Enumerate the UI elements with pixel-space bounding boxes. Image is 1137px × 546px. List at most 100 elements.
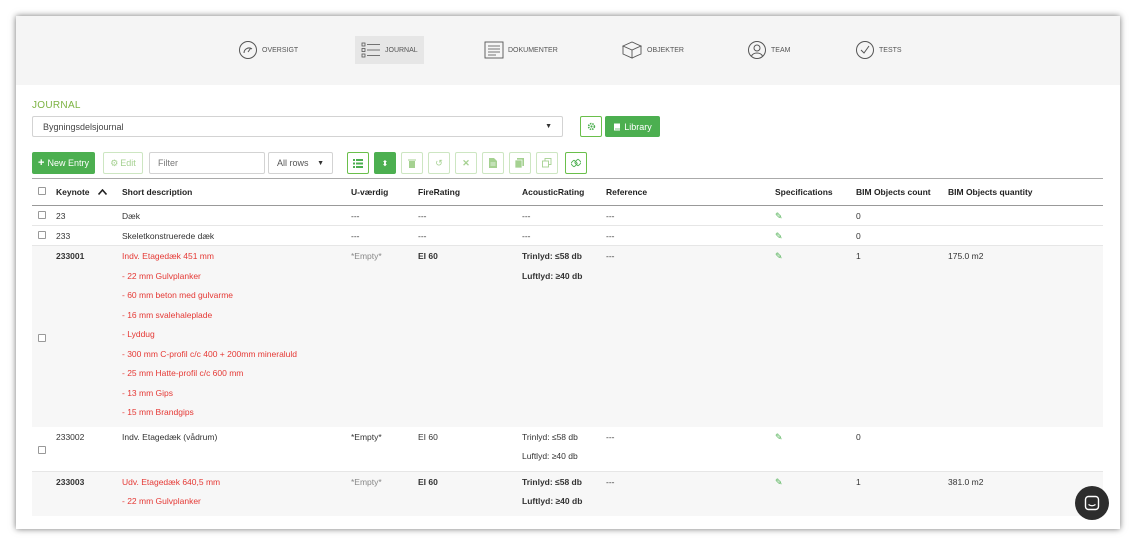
- acoustic-line: Luftlyd: ≥40 db: [522, 270, 583, 281]
- specifications-cell: ✎: [771, 226, 852, 246]
- specifications-cell: ✎: [771, 471, 852, 516]
- library-label: Library: [624, 121, 652, 132]
- acoustic-line: Trinlyd: ≤58 db: [522, 476, 582, 487]
- u-vaerdig-cell: ---: [351, 231, 360, 241]
- description-cell: Indv. Etagedæk (vådrum): [122, 431, 218, 442]
- keynote-cell: 233002: [56, 431, 85, 442]
- pencil-icon[interactable]: ✎: [775, 432, 783, 442]
- row-checkbox[interactable]: [38, 231, 46, 239]
- description-cell: Udv. Etagedæk 640,5 mm - 22 mm Gulvplank…: [118, 471, 347, 516]
- table-row[interactable]: 233002 Indv. Etagedæk (vådrum) *Empty* E…: [32, 427, 1103, 472]
- filter-input[interactable]: Filter: [149, 152, 265, 174]
- row-checkbox[interactable]: [38, 211, 46, 219]
- nav-tests[interactable]: TESTS: [849, 36, 908, 64]
- rows-select[interactable]: All rows ▼: [268, 152, 333, 174]
- keynote-cell: 233003: [56, 476, 85, 487]
- header-acousticrating[interactable]: AcousticRating: [518, 179, 602, 206]
- nav-team[interactable]: TEAM: [741, 36, 796, 64]
- close-icon: ✕: [462, 157, 470, 168]
- nav-label: TESTS: [879, 46, 902, 54]
- table-row[interactable]: 233003 Udv. Etagedæk 640,5 mm - 22 mm Gu…: [32, 471, 1103, 516]
- pencil-icon[interactable]: ✎: [775, 251, 783, 261]
- link-button[interactable]: [565, 152, 587, 174]
- description-line: Indv. Etagedæk 451 mm: [122, 251, 214, 261]
- description-cell: Skeletkonstruerede dæk: [122, 231, 215, 241]
- row-checkbox-cell: [32, 206, 52, 226]
- pencil-icon[interactable]: ✎: [775, 211, 783, 221]
- row-checkbox[interactable]: [38, 446, 46, 454]
- acoustic-line: Trinlyd: ≤58 db: [522, 251, 582, 261]
- acoustic-line: Luftlyd: ≥40 db: [522, 496, 583, 506]
- spacer-cell: [98, 206, 118, 226]
- nav-journal[interactable]: JOURNAL: [355, 36, 424, 64]
- caret-down-icon: ▼: [545, 123, 552, 130]
- acousticrating-cell: ---: [522, 211, 531, 221]
- library-button[interactable]: Library: [605, 116, 660, 137]
- caret-down-icon: ▼: [317, 159, 324, 167]
- spacer-cell: [98, 226, 118, 246]
- nav-dokumenter[interactable]: DOKUMENTER: [478, 36, 564, 64]
- firerating-cell: EI 60: [418, 431, 438, 442]
- settings-button[interactable]: [580, 116, 602, 137]
- chat-icon: [1084, 495, 1100, 511]
- table-row[interactable]: 23 Dæk --- --- --- --- ✎ 0: [32, 206, 1103, 226]
- header-bim-objects-quantity[interactable]: BIM Objects quantity: [944, 179, 1103, 206]
- undo-icon: ↺: [435, 157, 443, 168]
- header-u-vaerdig[interactable]: U-værdig: [347, 179, 414, 206]
- description-line: - Lyddug: [122, 329, 155, 339]
- header-keynote[interactable]: Keynote: [52, 179, 98, 206]
- bim-quantity-cell: [944, 226, 1103, 246]
- table-row[interactable]: 233 Skeletkonstruerede dæk --- --- --- -…: [32, 226, 1103, 246]
- firerating-cell: ---: [418, 211, 427, 221]
- pencil-icon[interactable]: ✎: [775, 231, 783, 241]
- list-view-button[interactable]: [347, 152, 369, 174]
- gauge-icon: [239, 41, 257, 59]
- undo-button[interactable]: ↺: [428, 152, 450, 174]
- cancel-button[interactable]: ✕: [455, 152, 477, 174]
- header-bim-objects-count[interactable]: BIM Objects count: [852, 179, 944, 206]
- header-reference[interactable]: Reference: [602, 179, 771, 206]
- nav-oversigt[interactable]: OVERSIGT: [232, 36, 304, 64]
- edit-button[interactable]: ⚙ Edit: [103, 152, 143, 174]
- description-cell: Indv. Etagedæk 451 mm - 22 mm Gulvplanke…: [118, 246, 347, 427]
- list-icon: [361, 42, 380, 58]
- u-vaerdig-cell: ---: [351, 211, 360, 221]
- acousticrating-cell: Trinlyd: ≤58 db Luftlyd: ≥40 db: [518, 246, 602, 427]
- chat-launcher-button[interactable]: [1075, 486, 1109, 520]
- sort-up-icon[interactable]: [97, 188, 108, 196]
- spacer-cell: [98, 471, 118, 516]
- rows-select-value: All rows: [277, 158, 309, 168]
- pencil-icon[interactable]: ✎: [775, 477, 783, 487]
- table-row[interactable]: 233001 Indv. Etagedæk 451 mm - 22 mm Gul…: [32, 245, 1103, 427]
- acoustic-line: Luftlyd: ≥40 db: [522, 451, 578, 461]
- new-entry-button[interactable]: + New Entry: [32, 152, 95, 174]
- row-checkbox[interactable]: [38, 333, 46, 342]
- duplicate-button[interactable]: [536, 152, 558, 174]
- nav-objekter[interactable]: OBJEKTER: [615, 36, 690, 64]
- header-specifications[interactable]: Specifications: [771, 179, 852, 206]
- header-firerating[interactable]: FireRating: [414, 179, 518, 206]
- copy-button[interactable]: [509, 152, 531, 174]
- spacer-cell: [98, 427, 118, 472]
- description-line: - 15 mm Brandgips: [122, 407, 194, 417]
- cube-icon: [621, 41, 643, 59]
- journal-select[interactable]: Bygningsdelsjournal ▼: [32, 116, 563, 137]
- nav-label: OVERSIGT: [262, 46, 299, 54]
- journal-select-value: Bygningsdelsjournal: [43, 121, 124, 132]
- files-icon: [515, 158, 524, 168]
- reference-cell: ---: [606, 431, 615, 442]
- sort-button[interactable]: ⬍: [374, 152, 396, 174]
- spacer-cell: [98, 246, 118, 427]
- row-checkbox-cell: [32, 246, 52, 427]
- header-short-description[interactable]: Short description: [118, 179, 347, 206]
- select-all-checkbox[interactable]: [38, 187, 46, 195]
- edit-label: Edit: [120, 158, 136, 168]
- description-line: - 60 mm beton med gulvarme: [122, 290, 234, 300]
- bim-quantity-cell: [944, 206, 1103, 226]
- delete-button[interactable]: [401, 152, 423, 174]
- reference-cell: ---: [606, 231, 615, 241]
- export-button[interactable]: [482, 152, 504, 174]
- document-icon: [484, 41, 504, 59]
- nav-label: JOURNAL: [385, 46, 418, 54]
- description-line: - 22 mm Gulvplanker: [122, 270, 201, 281]
